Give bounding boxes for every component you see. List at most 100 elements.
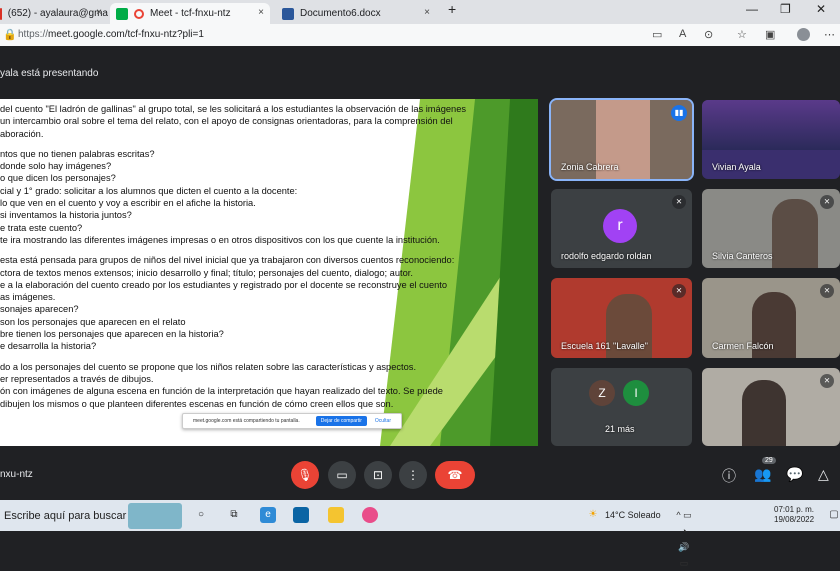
participant-name: Zonia Cabrera [561, 162, 619, 172]
url-prefix: https:// [18, 29, 49, 40]
avatar: I [623, 380, 649, 406]
slide-line [0, 246, 520, 254]
tray-icons[interactable]: ^ ▭ ◔ 🔊 ▭ [676, 507, 692, 568]
slide-line: cial y 1° grado: solicitar a los alumnos… [0, 185, 298, 196]
participant-name: Carmen Falcón [712, 341, 774, 351]
slide-line: ctora de textos menos extensos; inicio d… [0, 267, 413, 278]
search-highlight-image [128, 503, 182, 529]
mic-off-icon: ⨯ [672, 284, 686, 298]
new-tab-button[interactable]: + [448, 1, 456, 17]
avatar: r [603, 209, 637, 243]
windows-taskbar: Escribe aquí para buscar ○ ⧉ e ☀ 14°C So… [0, 500, 840, 568]
participant-tile[interactable]: ⨯ [702, 368, 840, 446]
slide-line: bre tienen los personajes que aparecen e… [0, 329, 224, 340]
close-icon[interactable]: × [96, 7, 102, 18]
hide-button[interactable]: Ocultar [375, 418, 391, 424]
mic-off-icon: ⨯ [820, 195, 834, 209]
more-options-button[interactable]: ⋮ [399, 461, 427, 489]
end-call-button[interactable]: ☎ [435, 461, 475, 489]
slide-line: esta está pensada para grupos de niños d… [0, 255, 455, 266]
recording-icon [134, 8, 144, 19]
participant-name: rodolfo edgardo roldan [561, 251, 652, 261]
slide-line: e trata este cuento? [0, 222, 83, 233]
mic-off-button[interactable]: 🎙 [291, 461, 319, 489]
share-popup: meet.google.com está compartiendo tu pan… [182, 413, 402, 429]
tab-gmail[interactable]: (652) - ayalaura@gma × [0, 3, 108, 24]
participant-video [742, 380, 786, 446]
browser-tab-strip: (652) - ayalaura@gma × Meet - tcf-fnxu-n… [0, 0, 840, 24]
slide-line: ón con imágenes de alguna escena en func… [0, 386, 443, 397]
close-icon[interactable]: × [258, 7, 264, 18]
people-icon[interactable]: 👥 [754, 466, 771, 483]
more-participants-tile[interactable]: Z I 21 más [551, 368, 692, 446]
more-menu-icon[interactable]: ⋯ [824, 28, 835, 41]
meeting-controls: nxu-ntz 🎙 ▭ ⊡ ⋮ ☎ ⓘ 29 👥 💬 △ [0, 446, 840, 500]
profile-avatar[interactable] [797, 28, 810, 41]
participant-tile[interactable]: ⨯ Carmen Falcón [702, 278, 840, 358]
activities-icon[interactable]: △ [818, 466, 829, 483]
close-window-button[interactable]: ✕ [816, 2, 826, 16]
app-icon[interactable] [362, 507, 378, 523]
participant-video [702, 100, 840, 150]
slide-line: do a los personajes del cuento se propon… [0, 361, 417, 372]
chat-icon[interactable]: 💬 [786, 466, 803, 483]
url-text: meet.google.com/tcf-fnxu-ntz?pli=1 [48, 29, 204, 40]
tab-meet[interactable]: Meet - tcf-fnxu-ntz × [110, 3, 270, 24]
start-icon[interactable]: ○ [193, 507, 209, 523]
participant-video [772, 199, 818, 268]
notifications-icon[interactable]: ▢ [826, 507, 840, 523]
lock-icon[interactable]: 🔒 [3, 28, 17, 41]
shared-screen: del cuento "El ladrón de gallinas" al gr… [0, 99, 538, 446]
slide-line: lo que ven en el cuento y voy a escribir… [0, 198, 256, 209]
people-count-badge: 29 [762, 457, 776, 464]
meet-header: yala está presentando [0, 46, 840, 100]
participant-tile[interactable]: ▮▮ Zonia Cabrera [549, 98, 694, 181]
stop-sharing-button[interactable]: Dejar de compartir [315, 416, 367, 426]
mic-off-icon: ⨯ [672, 195, 686, 209]
info-icon[interactable]: ⓘ [722, 466, 736, 486]
slide-line: aboración. [0, 128, 44, 139]
task-view-icon[interactable]: ⧉ [226, 507, 242, 523]
slide-line: o que dicen los personajes? [0, 173, 116, 184]
tab-meet-title: Meet - tcf-fnxu-ntz [150, 8, 231, 19]
camera-button[interactable]: ▭ [328, 461, 356, 489]
tab-gmail-title: (652) - ayalaura@gma [7, 8, 108, 19]
slide-line: te ira mostrando las diferentes imágenes… [0, 234, 440, 245]
more-participants-label: 21 más [605, 424, 635, 434]
tab-word[interactable]: Documento6.docx × [276, 3, 436, 24]
maximize-button[interactable]: ❐ [780, 2, 791, 16]
present-button[interactable]: ⊡ [364, 461, 392, 489]
meet-icon [116, 7, 128, 20]
participant-name: Silvia Canteros [712, 251, 773, 261]
taskbar-search[interactable]: Escribe aquí para buscar [4, 510, 126, 522]
clock[interactable]: 07:01 p. m. 19/08/2022 [774, 505, 814, 525]
meeting-code: nxu-ntz [0, 469, 33, 480]
favorites-icon[interactable]: ☆ [737, 28, 747, 41]
mic-off-icon: ⨯ [820, 374, 834, 388]
url-field[interactable]: https://meet.google.com/tcf-fnxu-ntz?pli… [18, 29, 204, 40]
slide-line: sonajes aparecen? [0, 304, 79, 315]
participant-tile[interactable]: ⨯ Silvia Canteros [702, 189, 840, 268]
clock-time: 07:01 p. m. [774, 505, 815, 514]
participant-tile[interactable]: r ⨯ rodolfo edgardo roldan [551, 189, 692, 268]
collections-icon[interactable]: ▣ [765, 28, 775, 41]
slide-line [0, 140, 520, 148]
slide-line: e desarrolla la historia? [0, 341, 97, 352]
slide-line: ntos que no tienen palabras escritas? [0, 148, 155, 159]
tracking-icon[interactable]: ⊙ [704, 28, 713, 41]
minimize-button[interactable]: — [746, 2, 758, 16]
edge-icon[interactable]: e [260, 507, 276, 523]
read-aloud-icon[interactable]: A [679, 28, 686, 40]
mail-icon[interactable] [293, 507, 309, 523]
camera-indicator-icon[interactable]: ▭ [652, 28, 662, 41]
word-icon [282, 7, 294, 20]
folder-icon[interactable] [328, 507, 344, 523]
weather-text: 14°C Soleado [605, 510, 661, 520]
close-icon[interactable]: × [424, 7, 430, 18]
participant-tile[interactable]: Vivian Ayala [702, 100, 840, 179]
slide-line: un intercambio oral sobre el tema del re… [0, 116, 453, 127]
participant-tile[interactable]: ⨯ Escuela 161 "Lavalle" [551, 278, 692, 358]
presenting-label: yala está presentando [0, 68, 99, 79]
slide-line: er representados a través de dibujos. [0, 373, 154, 384]
participant-name: Escuela 161 "Lavalle" [561, 341, 648, 351]
